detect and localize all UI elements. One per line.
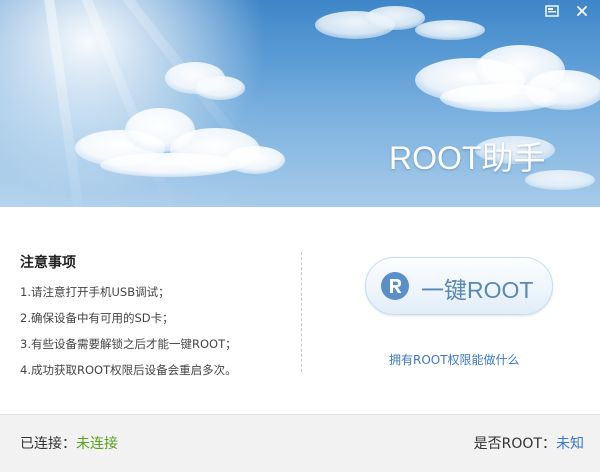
- r-logo-icon: [381, 272, 409, 300]
- skin-button[interactable]: [538, 2, 566, 20]
- skin-icon: [545, 5, 559, 17]
- note-item: 1.请注意打开手机USB调试；: [20, 285, 170, 299]
- one-click-root-button[interactable]: 一键ROOT: [365, 257, 553, 315]
- root-status-value: 未知: [556, 436, 584, 452]
- connection-status: 已连接：未连接: [20, 433, 118, 453]
- connection-value: 未连接: [76, 436, 118, 452]
- sky-banner: ROOT助手: [0, 0, 600, 207]
- window-controls: [538, 2, 596, 20]
- close-button[interactable]: [568, 2, 596, 20]
- note-item: 2.确保设备中有可用的SD卡；: [20, 311, 174, 325]
- notes-title: 注意事项: [20, 255, 76, 271]
- dashed-divider: [301, 252, 302, 372]
- note-item: 4.成功获取ROOT权限后设备会重启多次。: [20, 363, 237, 377]
- close-icon: [577, 6, 587, 16]
- note-item: 3.有些设备需要解锁之后才能一键ROOT；: [20, 337, 237, 351]
- status-bar: 已连接：未连接 是否ROOT：未知: [0, 414, 600, 472]
- one-click-root-label: 一键ROOT: [421, 277, 534, 303]
- root-status-label: 是否ROOT：: [473, 436, 556, 452]
- notes-panel: 注意事项 1.请注意打开手机USB调试； 2.确保设备中有可用的SD卡； 3.有…: [20, 252, 290, 389]
- root-assistant-window: ROOT助手 注意事项 1.请注意打开手机USB调试； 2.确保设备中有可用的S…: [0, 0, 600, 472]
- root-benefits-link[interactable]: 拥有ROOT权限能做什么: [389, 351, 520, 368]
- app-title: ROOT助手: [389, 140, 546, 176]
- connection-label: 已连接：: [20, 436, 76, 452]
- root-status: 是否ROOT：未知: [474, 433, 584, 453]
